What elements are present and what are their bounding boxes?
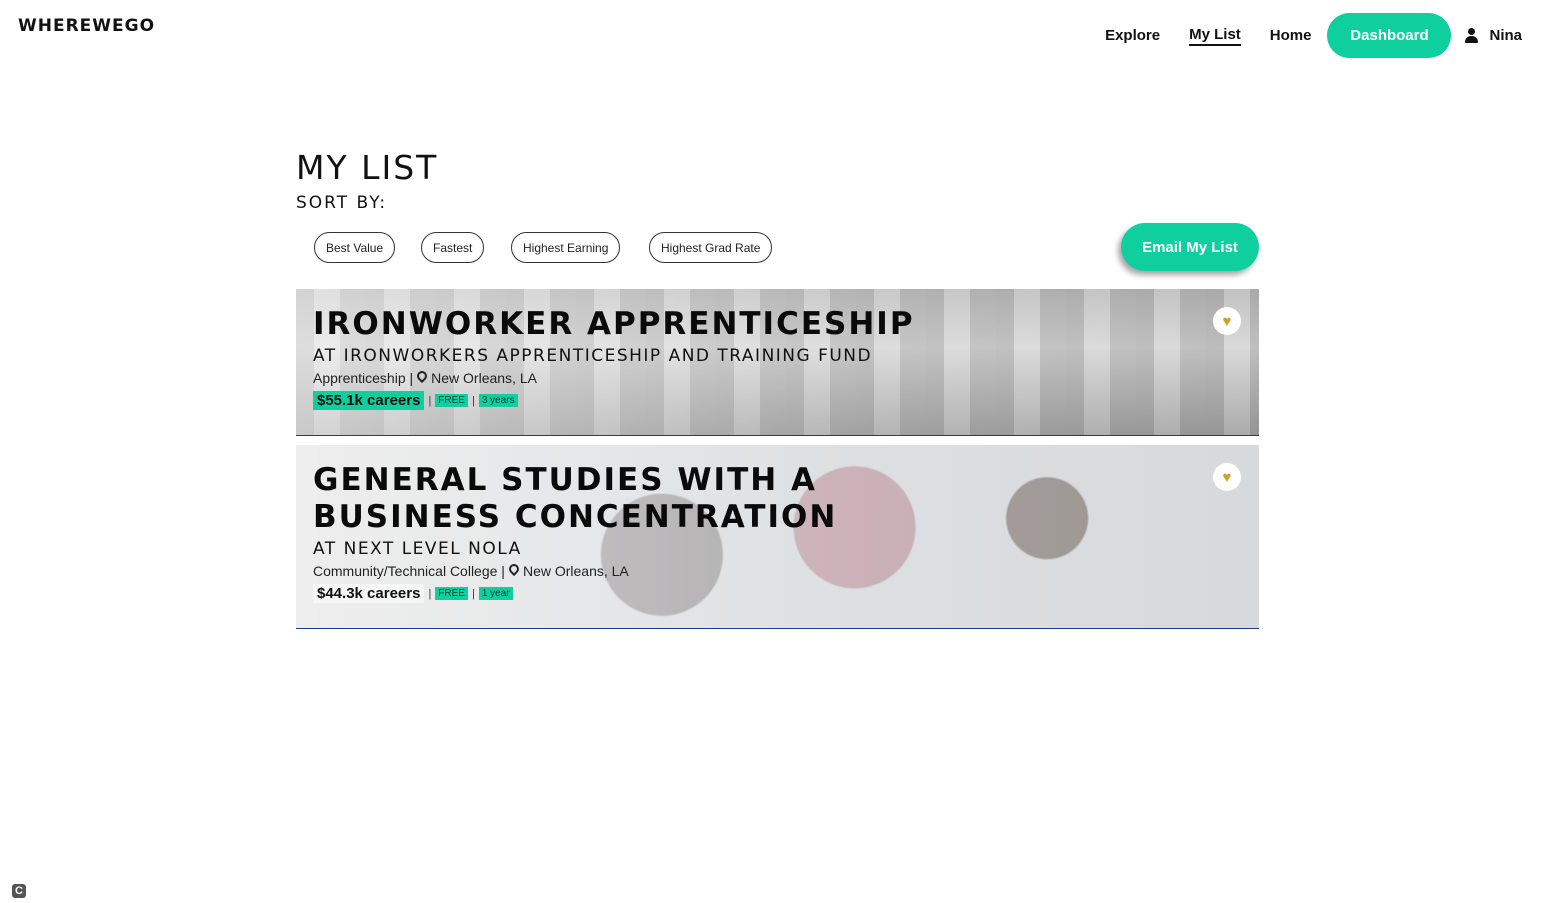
program-meta: Apprenticeship | New Orleans, LA	[313, 370, 1199, 386]
nav-home[interactable]: Home	[1270, 27, 1312, 44]
program-provider: AT NEXT LEVEL NOLA	[313, 539, 522, 559]
map-pin-icon	[509, 564, 519, 578]
sort-highest-grad-rate-button[interactable]: Highest Grad Rate	[649, 232, 773, 263]
separator: |	[428, 587, 432, 600]
careers-salary: $55.1k careers	[313, 391, 425, 410]
heart-icon: ♥	[1222, 468, 1232, 486]
program-card[interactable]: GENERAL STUDIES WITH A BUSINESS CONCENTR…	[296, 445, 1259, 629]
program-tags: $55.1k careers | FREE | 3 years	[313, 391, 1199, 410]
program-meta: Community/Technical College | New Orlean…	[313, 563, 939, 579]
map-pin-icon	[417, 371, 427, 385]
user-menu[interactable]: Nina	[1465, 27, 1522, 44]
duration-tag: 1 year	[478, 587, 513, 600]
dashboard-button[interactable]: Dashboard	[1327, 13, 1452, 58]
program-title[interactable]: GENERAL STUDIES WITH A BUSINESS CONCENTR…	[313, 462, 939, 536]
separator: |	[471, 394, 475, 407]
card-content: IRONWORKER APPRENTICESHIP AT IRONWORKERS…	[313, 306, 1199, 410]
separator: |	[471, 587, 475, 600]
program-location: New Orleans, LA	[522, 563, 629, 579]
cost-tag: FREE	[435, 394, 468, 407]
program-title[interactable]: IRONWORKER APPRENTICESHIP	[313, 306, 1199, 343]
nav-explore[interactable]: Explore	[1105, 27, 1160, 44]
separator: |	[428, 394, 432, 407]
email-my-list-button[interactable]: Email My List	[1121, 223, 1259, 271]
program-provider: AT IRONWORKERS APPRENTICESHIP AND TRAINI…	[313, 346, 873, 366]
logo[interactable]: WHEREWEGO	[18, 16, 155, 36]
careers-salary: $44.3k careers	[313, 584, 425, 603]
user-icon	[1465, 28, 1479, 43]
cost-tag: FREE	[435, 587, 468, 600]
program-card[interactable]: IRONWORKER APPRENTICESHIP AT IRONWORKERS…	[296, 289, 1259, 436]
sort-fastest-button[interactable]: Fastest	[421, 232, 485, 263]
user-name: Nina	[1489, 27, 1522, 44]
nav-my-list[interactable]: My List	[1189, 26, 1241, 46]
duration-tag: 3 years	[478, 394, 518, 407]
sort-label: SORT BY:	[296, 193, 388, 213]
program-type: Community/Technical College |	[313, 563, 505, 579]
program-type: Apprenticeship |	[313, 370, 414, 386]
program-tags: $44.3k careers | FREE | 1 year	[313, 584, 939, 603]
sort-highest-earning-button[interactable]: Highest Earning	[511, 232, 621, 263]
page: WHEREWEGO Explore My List Home Dashboard…	[0, 0, 1554, 903]
sort-row: Best Value Fastest Highest Earning Highe…	[296, 223, 1259, 289]
top-nav: Explore My List Home Dashboard Nina	[1076, 13, 1522, 58]
corner-badge[interactable]: C	[12, 884, 26, 898]
main-content: MY LIST SORT BY: Best Value Fastest High…	[296, 148, 1259, 629]
program-location: New Orleans, LA	[431, 370, 537, 386]
heart-icon: ♥	[1222, 312, 1232, 330]
favorite-button[interactable]: ♥	[1213, 463, 1241, 491]
card-content: GENERAL STUDIES WITH A BUSINESS CONCENTR…	[313, 462, 939, 603]
sort-best-value-button[interactable]: Best Value	[314, 232, 396, 263]
favorite-button[interactable]: ♥	[1213, 307, 1241, 335]
page-title: MY LIST	[296, 148, 439, 187]
